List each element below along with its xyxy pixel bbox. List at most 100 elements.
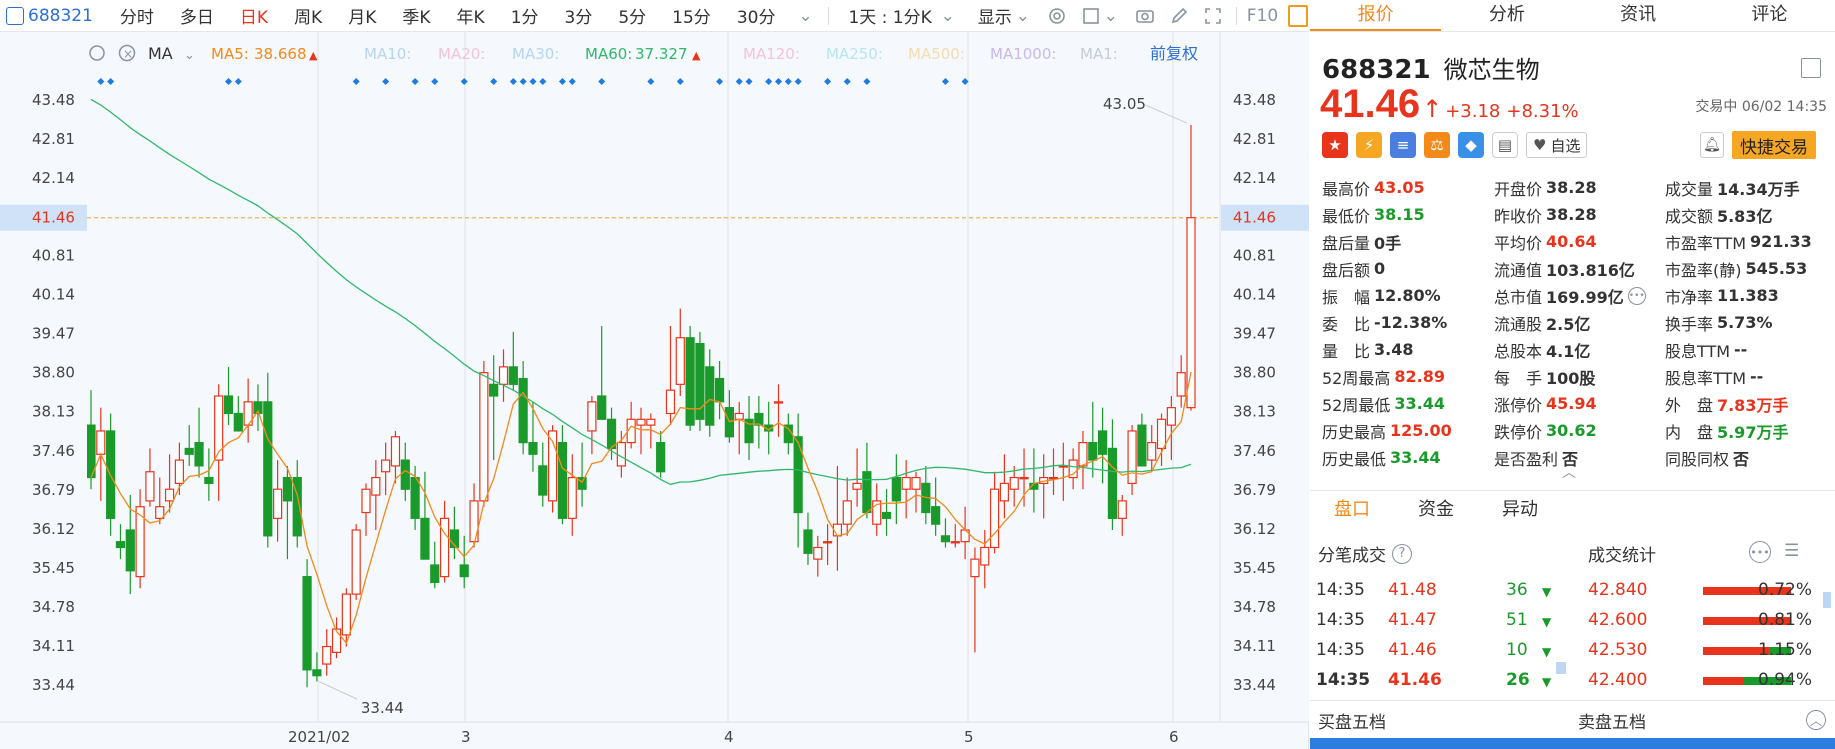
event-marker[interactable] [568,78,576,85]
panel-tab[interactable]: 异动 [1478,491,1562,530]
settings-icon[interactable] [89,45,105,61]
watchlist-button[interactable]: ♥ 自选 [1526,132,1588,158]
candle-body [184,447,194,455]
stock-header: 688321 微芯生物 [1322,50,1540,85]
period-tab[interactable]: 30分 [724,3,789,28]
quote-tab[interactable]: 分析 [1441,0,1572,31]
period-tab[interactable]: 5分 [605,3,659,28]
period-tab[interactable]: 年K [444,3,498,28]
help-icon[interactable]: ? [1392,543,1412,564]
event-marker[interactable] [519,78,527,85]
kline-chart[interactable]: × MA ⌄ MA5: 38.668 MA10: MA20: MA30: MA60: 37.327… [0,32,1309,749]
quick-trade-button[interactable]: 快捷交易 [1732,131,1816,159]
event-marker[interactable] [225,78,232,85]
stock-code-tab[interactable]: 688321 [6,6,93,26]
lightning-icon[interactable]: ⚡ [1356,132,1382,158]
period-tab[interactable]: 15分 [659,3,724,28]
scrollbar[interactable] [1823,592,1831,608]
collapse-icon[interactable]: ︿ [1806,710,1826,730]
tag-icon[interactable]: ◆ [1458,132,1484,158]
event-marker[interactable] [843,78,851,85]
stat-item: 最高价 43.05 [1322,176,1494,200]
chevron-down-icon[interactable]: ⌄ [937,5,959,27]
panel-tab[interactable]: 盘口 [1310,491,1394,530]
event-marker[interactable] [765,78,773,85]
list-icon[interactable]: ☰ [1784,541,1799,561]
panel-toggle-icon[interactable] [1288,4,1309,27]
f10-button[interactable]: F10 [1243,6,1282,26]
candle-body [793,436,803,514]
square-icon[interactable] [1080,5,1102,27]
pen-icon[interactable] [1168,5,1190,27]
event-marker[interactable] [107,78,115,85]
event-marker[interactable] [529,78,537,85]
event-marker[interactable] [509,78,517,85]
adjust-mode[interactable]: 前复权 [1150,44,1198,63]
scale-icon[interactable]: ⚖ [1424,132,1450,158]
event-marker[interactable] [784,78,792,85]
expand-icon[interactable] [1202,5,1224,27]
event-marker[interactable] [97,78,105,85]
event-marker[interactable] [716,78,724,85]
menu-icon[interactable] [1801,58,1821,78]
period-tab[interactable]: 日K [227,3,281,28]
note-icon[interactable]: ▤ [1492,132,1518,158]
event-marker[interactable] [352,78,360,85]
chevron-down-icon[interactable]: ⌄ [184,48,195,63]
event-marker[interactable] [794,78,802,85]
event-marker[interactable] [775,78,782,85]
event-marker[interactable] [941,78,949,85]
period-tab[interactable]: 1分 [498,3,552,28]
chevron-down-icon[interactable]: ⌄ [794,5,816,27]
event-marker[interactable] [863,78,871,85]
period-tab[interactable]: 3分 [552,3,606,28]
camera-icon[interactable] [1134,5,1156,27]
event-marker[interactable] [558,78,566,85]
stat-item: 同股同权否 [1665,446,1832,470]
period-tab[interactable]: 月K [335,3,389,28]
event-marker[interactable] [234,78,242,85]
event-marker[interactable] [460,78,468,85]
chevron-up-icon[interactable]: ︿ [1562,462,1576,482]
quote-tab[interactable]: 资讯 [1573,0,1704,31]
event-marker[interactable] [824,78,832,85]
settings-icon[interactable] [1046,5,1068,27]
flag-icon[interactable]: ★ [1322,132,1348,158]
event-marker[interactable] [431,78,439,85]
event-marker[interactable] [490,78,498,85]
bell-icon[interactable]: 🔔︎ [1700,132,1724,158]
candle-body [606,418,617,450]
stat-label: 历史最高 [1322,422,1387,442]
event-marker[interactable] [676,78,684,85]
period-tab[interactable]: 季K [389,3,443,28]
candle-body [263,401,273,537]
event-marker[interactable] [411,78,419,85]
quote-tab[interactable]: 报价 [1310,0,1442,31]
database-icon[interactable]: ≡ [1390,132,1416,158]
trade-row: 14:35 41.46 10 ▼ 42.530 1.15% [1316,637,1831,667]
period-tab[interactable]: 多日 [167,3,227,28]
event-marker[interactable] [745,78,753,85]
chevron-down-icon[interactable]: ⌄ [1100,5,1122,27]
ma-legend-ma20-label: MA20: [438,45,485,63]
event-marker[interactable] [647,78,655,85]
range-select[interactable]: 1天 : 1分K [835,3,944,28]
indicator-name[interactable]: MA [148,44,173,63]
more-icon[interactable]: ••• [1627,286,1646,305]
more-icon[interactable]: ••• [1749,541,1771,563]
stat-value: 169.99亿 [1545,287,1624,307]
event-marker[interactable] [598,78,606,85]
quote-tab[interactable]: 评论 [1704,0,1835,31]
period-tab[interactable]: 周K [281,3,335,28]
stat-label: 流通股 [1493,314,1542,334]
display-select[interactable]: 显示 [965,3,1014,28]
event-marker[interactable] [539,78,547,85]
event-marker[interactable] [382,78,390,85]
chevron-down-icon[interactable]: ⌄ [1012,5,1034,27]
candle-body [1088,442,1098,461]
period-tab[interactable]: 分时 [107,3,167,28]
panel-tab[interactable]: 资金 [1394,491,1478,530]
stat-value: 43.05 [1374,178,1425,197]
candle-body [842,500,852,525]
event-marker[interactable] [735,78,743,85]
